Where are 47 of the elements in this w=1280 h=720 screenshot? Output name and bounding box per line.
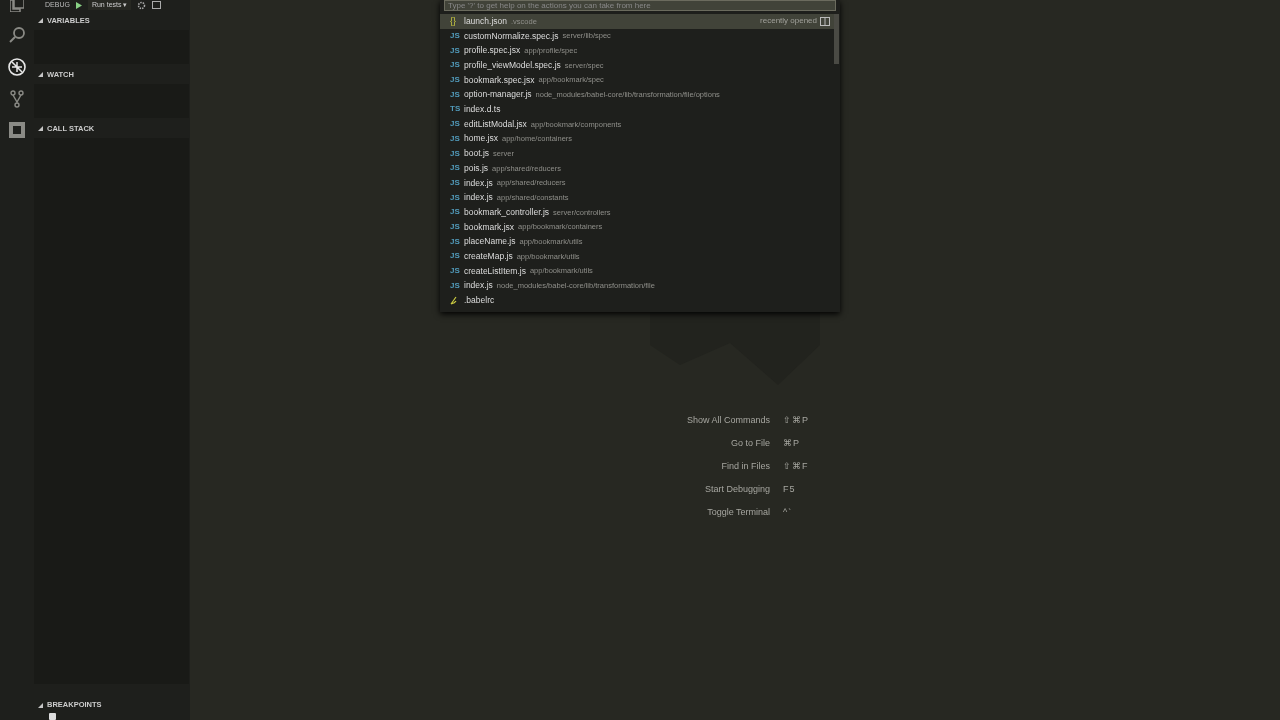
js-file-icon: JS	[450, 74, 462, 87]
play-icon[interactable]	[75, 1, 82, 9]
shortcut-label: Go to File	[730, 437, 770, 450]
js-file-icon: JS	[450, 220, 462, 233]
ts-file-icon: TS	[450, 103, 462, 116]
js-file-icon: JS	[450, 191, 462, 204]
shortcut-label: Find in Files	[720, 460, 770, 473]
js-file-icon: JS	[450, 162, 462, 175]
shortcut-label: Show All Commands	[685, 414, 770, 427]
file-result[interactable]: .babelrc	[440, 293, 834, 308]
braces-icon: {}	[450, 14, 462, 29]
source-control-icon[interactable]	[9, 90, 24, 108]
file-result[interactable]: TS index.d.ts	[440, 102, 834, 117]
caret-icon	[38, 702, 43, 708]
js-file-icon: JS	[450, 176, 462, 189]
caret-icon	[38, 126, 43, 131]
shortcut-keys: ⇧⌘P	[783, 413, 843, 427]
babel-icon	[450, 295, 458, 305]
js-file-icon: JS	[450, 235, 462, 248]
js-file-icon: JS	[450, 30, 462, 43]
extensions-icon[interactable]	[8, 122, 25, 138]
js-file-icon: JS	[450, 59, 462, 72]
js-file-icon: JS	[450, 132, 462, 145]
caret-icon	[38, 72, 43, 77]
files-icon[interactable]	[9, 0, 24, 12]
js-file-icon: JS	[450, 206, 462, 219]
js-file-icon: JS	[450, 147, 462, 160]
shortcut-keys: ⌘P	[783, 436, 843, 450]
js-file-icon: JS	[450, 88, 462, 101]
shortcut-label: Start Debugging	[703, 483, 770, 496]
shortcut-keys: ^`	[783, 505, 843, 519]
js-file-icon: JS	[450, 118, 462, 131]
split-editor-icon[interactable]	[820, 16, 830, 26]
caret-icon	[38, 18, 43, 23]
checkbox[interactable]	[49, 713, 56, 720]
shortcut-keys: F5	[783, 482, 843, 496]
shortcut-keys: ⇧⌘F	[783, 459, 843, 473]
js-file-icon: JS	[450, 44, 462, 57]
shortcut-label: Toggle Terminal	[706, 506, 770, 519]
search-icon[interactable]	[7, 26, 26, 44]
js-file-icon: JS	[450, 265, 462, 278]
js-file-icon: JS	[450, 279, 462, 292]
scrollbar-thumb[interactable]	[834, 14, 839, 64]
terminal-icon[interactable]	[152, 1, 162, 9]
gear-icon[interactable]	[137, 0, 147, 10]
debug-icon[interactable]	[7, 58, 26, 76]
js-file-icon: JS	[450, 250, 462, 263]
